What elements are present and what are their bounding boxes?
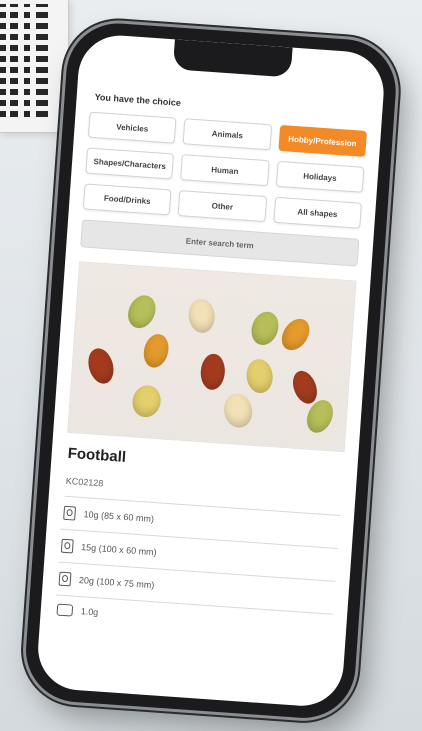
gummy-cream-2 [221,391,256,431]
phone-frame: You have the choice Vehicles Animals Hob… [22,20,400,722]
category-other[interactable]: Other [177,190,267,223]
product-name: Football [67,444,127,466]
category-human[interactable]: Human [180,154,270,187]
gummy-yellow-1 [244,357,275,395]
category-food-drinks[interactable]: Food/Drinks [82,183,172,216]
phone-screen: You have the choice Vehicles Animals Hob… [35,32,387,709]
weight-icon [60,538,74,554]
variant-label: 20g (100 x 75 mm) [78,575,155,591]
category-vehicles[interactable]: Vehicles [87,111,177,144]
gummy-cream-1 [186,297,217,335]
qr-code [0,4,48,122]
weight-icon [63,505,77,521]
weight-icon [58,571,72,587]
gummy-green-2 [247,308,283,349]
category-grid: Vehicles Animals Hobby/Profession Shapes… [82,111,367,229]
gummy-yellow-2 [129,382,165,421]
category-holidays[interactable]: Holidays [275,160,365,193]
gummy-green-1 [123,290,161,333]
variant-label: 15g (100 x 60 mm) [80,542,157,558]
gummy-red-2 [199,353,227,391]
gummy-orange-1 [140,331,172,371]
phone-notch [172,39,293,78]
category-all-shapes[interactable]: All shapes [273,196,362,229]
variant-label: 10g (85 x 60 mm) [83,509,155,525]
category-shapes-characters[interactable]: Shapes/Characters [85,147,175,180]
product-card[interactable]: Football KC02128 10g (85 x 60 mm) 15g (1… [54,261,357,643]
scale-icon [56,603,74,617]
page-content: You have the choice Vehicles Animals Hob… [54,92,369,643]
gummy-orange-2 [276,313,316,356]
product-image [67,261,357,453]
category-animals[interactable]: Animals [182,118,272,151]
category-hobby-profession[interactable]: Hobby/Profession [278,124,367,157]
phone-mockup: You have the choice Vehicles Animals Hob… [22,0,422,731]
gummy-red-1 [84,345,118,387]
extra-weight-value: 1.0g [80,606,99,618]
search-input[interactable]: Enter search term [80,219,360,267]
